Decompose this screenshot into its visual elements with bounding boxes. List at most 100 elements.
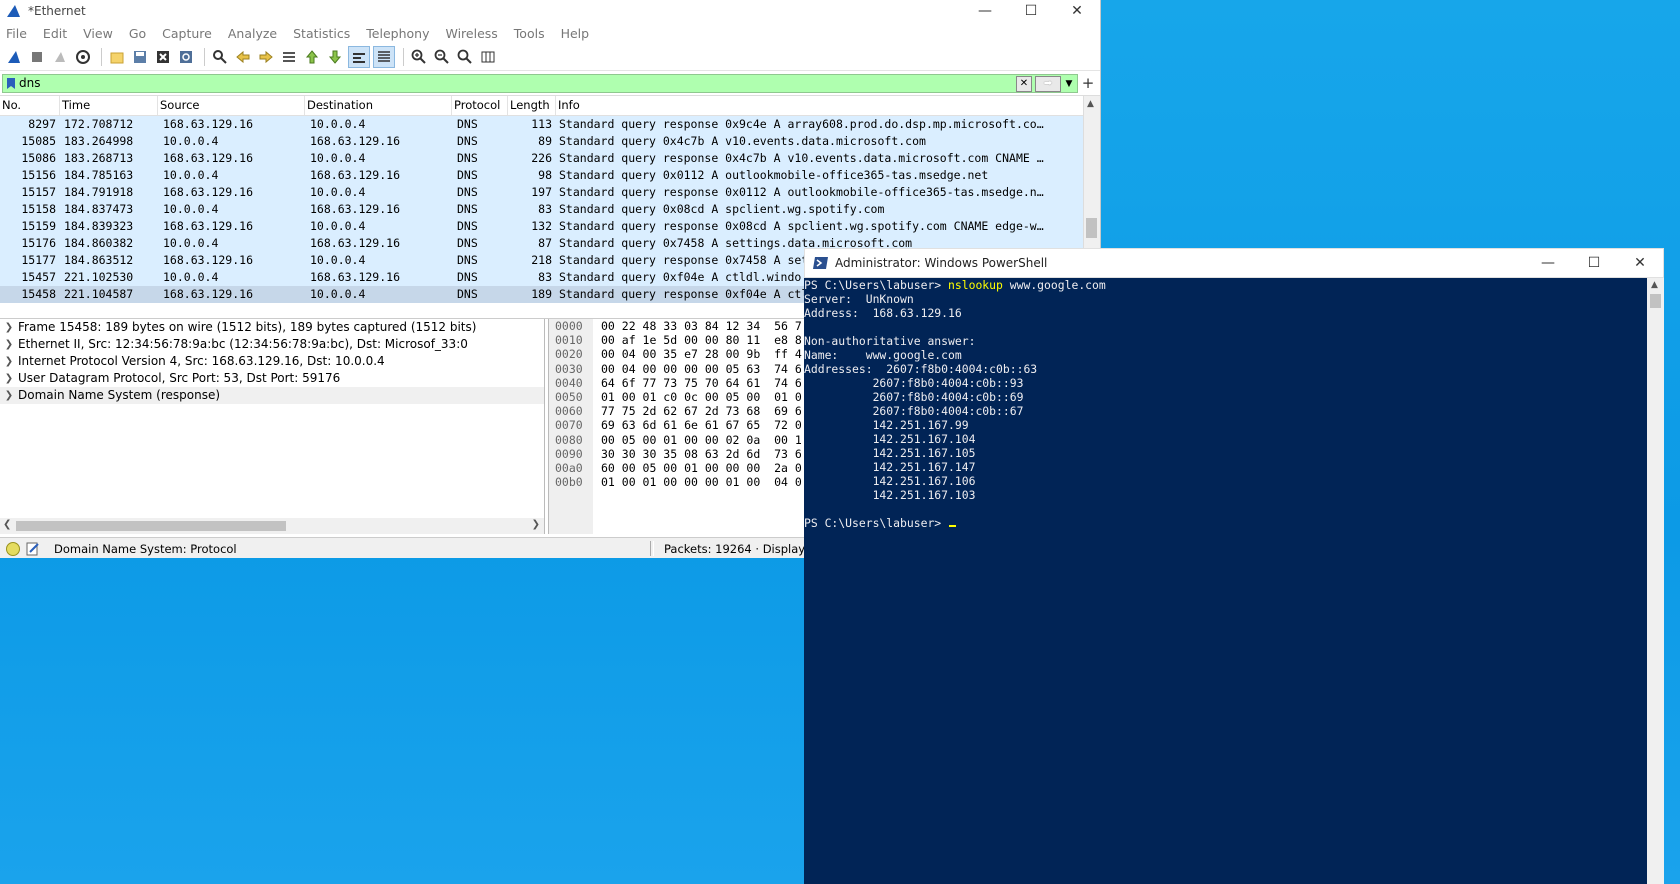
zoom-out-button[interactable] [432, 47, 452, 67]
capture-options-button[interactable] [73, 47, 93, 67]
packet-cell-info: Standard query response 0x08cd A spclien… [559, 219, 1044, 233]
close-button[interactable]: ✕ [1617, 249, 1663, 277]
packet-row[interactable]: 15085 183.264998 10.0.0.4 168.63.129.16 DNS 8… [0, 133, 1086, 150]
menu-statistics[interactable]: Statistics [293, 26, 350, 41]
chevron-right-icon[interactable]: ❯ [0, 336, 18, 353]
chevron-up-icon[interactable]: ▲ [1087, 99, 1094, 109]
column-header-no[interactable]: No. [0, 96, 60, 115]
packet-row[interactable]: 15159 184.839323 168.63.129.16 10.0.0.4 DNS 1… [0, 218, 1086, 235]
stop-capture-button[interactable] [27, 47, 47, 67]
detail-row-frame[interactable]: ❯ Frame 15458: 189 bytes on wire (1512 bi… [0, 319, 544, 336]
menu-wireless[interactable]: Wireless [445, 26, 497, 41]
maximize-button[interactable]: ☐ [1008, 0, 1054, 22]
packet-row[interactable]: 15157 184.791918 168.63.129.16 10.0.0.4 DNS 1… [0, 184, 1086, 201]
display-filter-input[interactable] [19, 76, 919, 90]
zoom-in-button[interactable] [409, 47, 429, 67]
menu-go[interactable]: Go [129, 26, 146, 41]
scrollbar-thumb[interactable] [1650, 294, 1661, 308]
bytes-hex-row[interactable]: 01 00 01 00 00 00 01 00 04 0 [601, 475, 802, 489]
packet-cell-proto: DNS [457, 151, 478, 165]
column-header-info[interactable]: Info [556, 96, 1100, 115]
zoom-in-icon [411, 49, 426, 64]
expert-info-icon[interactable] [6, 541, 20, 556]
menu-telephony[interactable]: Telephony [366, 26, 429, 41]
packet-row[interactable]: 8297 172.708712 168.63.129.16 10.0.0.4 DNS 11… [0, 116, 1086, 133]
bytes-hex-row[interactable]: 01 00 01 c0 0c 00 05 00 01 0 [601, 390, 802, 404]
bytes-hex-row[interactable]: 64 6f 77 73 75 70 64 61 74 6 [601, 376, 802, 390]
menu-analyze[interactable]: Analyze [228, 26, 277, 41]
go-back-button[interactable] [233, 47, 253, 67]
console-output[interactable]: PS C:\Users\labuser> nslookup www.google… [804, 278, 1646, 884]
scrollbar-thumb[interactable] [1086, 218, 1097, 238]
menu-capture[interactable]: Capture [162, 26, 212, 41]
packet-cell-dst: 10.0.0.4 [310, 117, 366, 131]
recent-filters-dropdown[interactable]: ▼ [1063, 79, 1075, 89]
menu-edit[interactable]: Edit [43, 26, 67, 41]
clear-filter-button[interactable]: ✕ [1016, 75, 1032, 92]
menu-help[interactable]: Help [561, 26, 590, 41]
packet-cell-time: 172.708712 [64, 117, 134, 131]
menu-file[interactable]: File [6, 26, 27, 41]
bytes-hex-row[interactable]: 30 30 30 35 08 63 2d 6d 73 6 [601, 447, 802, 461]
column-header-protocol[interactable]: Protocol [452, 96, 508, 115]
detail-row-dns[interactable]: ❯ Domain Name System (response) [0, 387, 544, 404]
colorize-button[interactable] [373, 46, 395, 68]
save-file-button[interactable] [130, 47, 150, 67]
reload-file-button[interactable] [176, 47, 196, 67]
bytes-hex-row[interactable]: 77 75 2d 62 67 2d 73 68 69 6 [601, 404, 802, 418]
chevron-right-icon[interactable]: ❯ [0, 353, 18, 370]
go-forward-button[interactable] [256, 47, 276, 67]
apply-filter-button[interactable]: ➡ [1035, 75, 1061, 92]
console-scrollbar[interactable]: ▲ [1647, 278, 1664, 884]
shark-fin-icon [8, 51, 20, 63]
chevron-left-icon[interactable]: ❮ [3, 519, 11, 530]
capture-comment-icon[interactable] [26, 542, 40, 556]
details-horizontal-scrollbar[interactable]: ❮ ❯ [0, 518, 544, 534]
bytes-hex-row[interactable]: 69 63 6d 61 6e 61 67 65 72 0 [601, 418, 802, 432]
bytes-offset: 0020 [555, 347, 583, 362]
column-header-source[interactable]: Source [158, 96, 305, 115]
chevron-right-icon[interactable]: ❯ [0, 319, 18, 336]
detail-row-ip[interactable]: ❯ Internet Protocol Version 4, Src: 168.6… [0, 353, 544, 370]
bytes-hex-row[interactable]: 00 04 00 35 e7 28 00 9b ff 4 [601, 347, 802, 361]
chevron-up-icon[interactable]: ▲ [1651, 280, 1658, 290]
chevron-right-icon[interactable]: ❯ [532, 519, 540, 530]
find-packet-button[interactable] [210, 47, 230, 67]
autoscroll-button[interactable] [348, 46, 370, 68]
add-filter-button[interactable]: + [1078, 74, 1098, 92]
powershell-title-bar: Administrator: Windows PowerShell — ☐ ✕ [804, 248, 1664, 278]
packet-row[interactable]: 15158 184.837473 10.0.0.4 168.63.129.16 DNS 8… [0, 201, 1086, 218]
bytes-hex-row[interactable]: 00 22 48 33 03 84 12 34 56 7 [601, 319, 802, 333]
chevron-right-icon[interactable]: ❯ [0, 387, 18, 404]
minimize-button[interactable]: — [962, 0, 1008, 22]
first-packet-button[interactable] [302, 47, 322, 67]
start-capture-button[interactable] [4, 47, 24, 67]
open-file-button[interactable] [107, 47, 127, 67]
bytes-hex-row[interactable]: 60 00 05 00 01 00 00 00 2a 0 [601, 461, 802, 475]
bytes-hex-row[interactable]: 00 05 00 01 00 00 02 0a 00 1 [601, 433, 802, 447]
restart-capture-button[interactable] [50, 47, 70, 67]
bytes-hex-row[interactable]: 00 04 00 00 00 00 05 63 74 6 [601, 362, 802, 376]
detail-row-udp[interactable]: ❯ User Datagram Protocol, Src Port: 53, D… [0, 370, 544, 387]
maximize-button[interactable]: ☐ [1571, 249, 1617, 277]
go-to-packet-button[interactable] [279, 47, 299, 67]
bytes-hex-row[interactable]: 00 af 1e 5d 00 00 80 11 e8 8 [601, 333, 802, 347]
close-button[interactable]: ✕ [1054, 0, 1100, 22]
column-header-time[interactable]: Time [60, 96, 158, 115]
close-file-button[interactable] [153, 47, 173, 67]
normal-size-button[interactable] [455, 47, 475, 67]
column-header-destination[interactable]: Destination [305, 96, 452, 115]
last-packet-button[interactable] [325, 47, 345, 67]
menu-tools[interactable]: Tools [514, 26, 545, 41]
column-header-length[interactable]: Length [508, 96, 556, 115]
chevron-right-icon[interactable]: ❯ [0, 370, 18, 387]
packet-row[interactable]: 15156 184.785163 10.0.0.4 168.63.129.16 DNS 9… [0, 167, 1086, 184]
detail-row-ethernet[interactable]: ❯ Ethernet II, Src: 12:34:56:78:9a:bc (12… [0, 336, 544, 353]
menu-view[interactable]: View [83, 26, 113, 41]
bookmark-icon[interactable] [6, 77, 16, 90]
scrollbar-thumb[interactable] [16, 521, 286, 531]
packet-row[interactable]: 15086 183.268713 168.63.129.16 10.0.0.4 DNS 2… [0, 150, 1086, 167]
resize-columns-button[interactable] [478, 47, 498, 67]
minimize-button[interactable]: — [1525, 249, 1571, 277]
